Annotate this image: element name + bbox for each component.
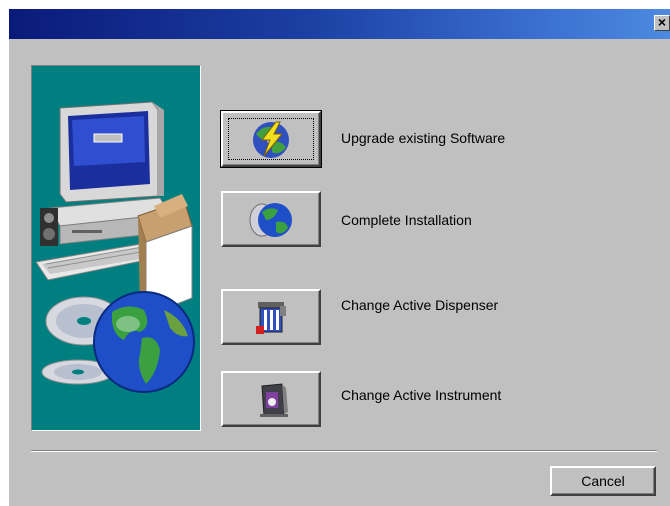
- change-dispenser-label: Change Active Dispenser: [341, 297, 499, 313]
- dispenser-icon: [256, 302, 286, 334]
- complete-installation-button[interactable]: [221, 191, 321, 247]
- setup-dialog: × Upgrade existing Software Complete Ins…: [0, 0, 670, 506]
- setup-illustration-panel: [31, 65, 201, 431]
- globe-disc-icon: [249, 203, 292, 237]
- speaker-icon: [40, 208, 58, 246]
- complete-installation-label: Complete Installation: [341, 212, 472, 228]
- title-bar[interactable]: ×: [9, 9, 670, 39]
- close-button[interactable]: ×: [654, 15, 670, 31]
- computer-globe-illustration: [35, 101, 195, 393]
- dialog-body: Upgrade existing Software Complete Insta…: [9, 39, 670, 506]
- cancel-button[interactable]: Cancel: [550, 466, 656, 496]
- upgrade-disc-icon: [253, 121, 289, 158]
- upgrade-software-button[interactable]: [220, 110, 322, 168]
- globe-icon: [93, 291, 195, 393]
- computer-monitor-icon: [59, 101, 164, 203]
- change-dispenser-button[interactable]: [221, 289, 321, 345]
- instrument-icon: [260, 383, 288, 417]
- change-instrument-label: Change Active Instrument: [341, 387, 502, 403]
- change-instrument-button[interactable]: [221, 371, 321, 427]
- footer-divider: [31, 450, 657, 452]
- upgrade-software-label: Upgrade existing Software: [341, 130, 506, 146]
